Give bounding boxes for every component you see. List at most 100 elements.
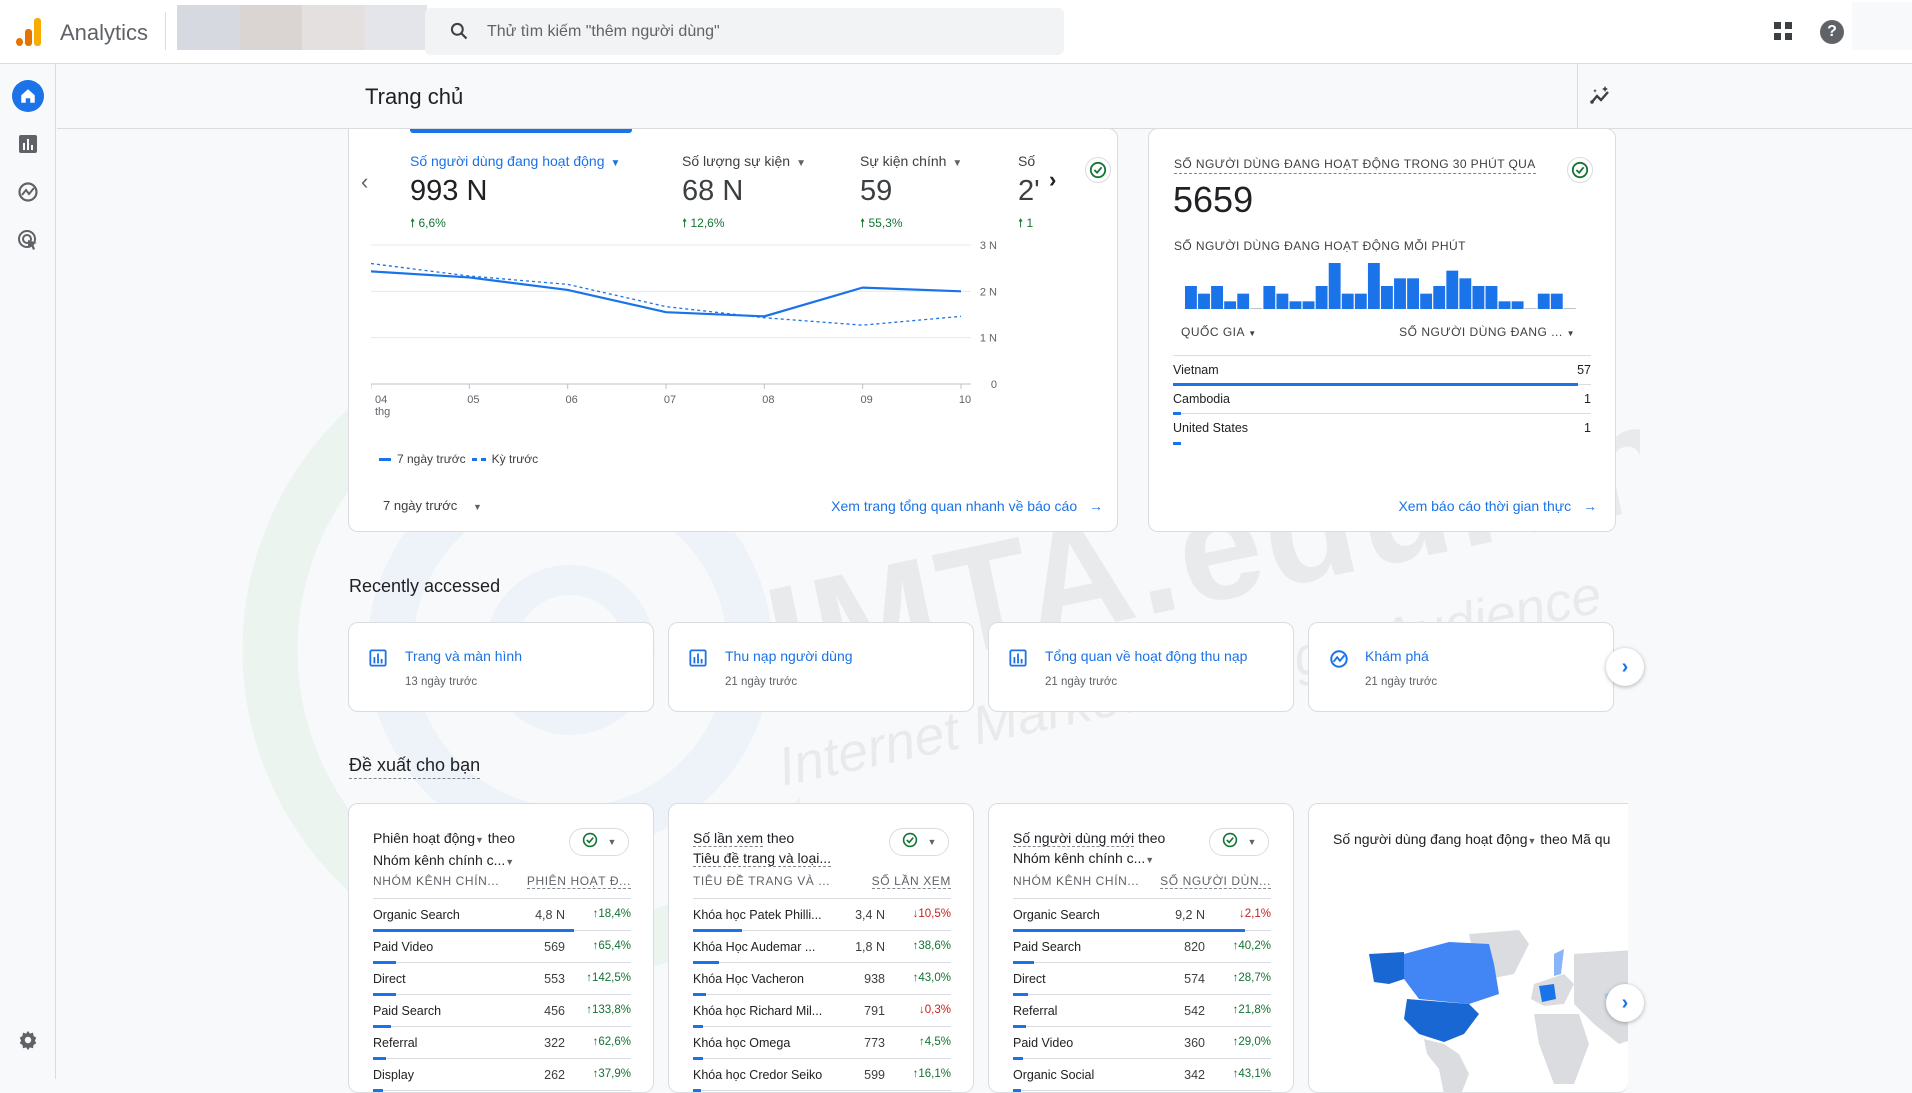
- metric-active-users[interactable]: Số người dùng đang hoạt động▼ 993 N 🠕 6,…: [410, 153, 620, 235]
- account-avatar-area[interactable]: [1852, 2, 1912, 50]
- minute-bar[interactable]: [1512, 301, 1524, 309]
- minute-bar[interactable]: [1211, 286, 1223, 309]
- analytics-logo[interactable]: [14, 18, 42, 46]
- minute-bar[interactable]: [1185, 286, 1197, 309]
- minute-bar[interactable]: [1551, 294, 1563, 309]
- metric-partial[interactable]: Số 2' 🠕 1: [1018, 153, 1048, 235]
- view-realtime-link[interactable]: Xem báo cáo thời gian thực →: [1398, 498, 1597, 514]
- minute-bar[interactable]: [1303, 301, 1315, 309]
- minute-bar[interactable]: [1355, 294, 1367, 309]
- table-row[interactable]: Paid Search456↑133,8%: [373, 995, 631, 1027]
- row-delta: ↑43,0%: [913, 972, 951, 984]
- explore-icon[interactable]: [12, 176, 44, 208]
- dropdown-caret-icon: ▼: [928, 837, 937, 847]
- check-circle-icon[interactable]: [1567, 157, 1593, 183]
- table-row[interactable]: United States 1: [1173, 414, 1591, 443]
- recent-item[interactable]: Thu nạp người dùng21 ngày trước: [668, 622, 974, 712]
- card-options-button[interactable]: ▼: [889, 828, 949, 856]
- settings-icon[interactable]: [12, 1024, 44, 1056]
- chevron-right-icon[interactable]: ›: [1606, 648, 1644, 686]
- map-card[interactable]: Số người dùng đang hoạt động▼ theo Mã qu: [1308, 803, 1628, 1093]
- row-delta: ↑133,8%: [586, 1004, 631, 1016]
- table-row[interactable]: Khóa học Omega773↑4,5%: [693, 1027, 951, 1059]
- minute-bar[interactable]: [1237, 294, 1249, 309]
- table-row[interactable]: Referral322↑62,6%: [373, 1027, 631, 1059]
- column-header-metric[interactable]: SỐ LẦN XEM: [872, 874, 951, 889]
- chevron-left-icon[interactable]: ‹: [361, 169, 368, 195]
- minute-bar[interactable]: [1224, 301, 1236, 309]
- column-header-metric[interactable]: SỐ NGƯỜI DÙN...: [1160, 874, 1271, 889]
- table-row[interactable]: Paid Video569↑65,4%: [373, 931, 631, 963]
- apps-grid-icon[interactable]: [1772, 20, 1796, 44]
- minute-bar[interactable]: [1381, 286, 1393, 309]
- minute-bar[interactable]: [1446, 271, 1458, 309]
- minute-bar[interactable]: [1263, 286, 1275, 309]
- users-column-dropdown[interactable]: SỐ NGƯỜI DÙNG ĐANG ... ▼: [1399, 325, 1575, 339]
- table-row[interactable]: Khóa Học Audemar ...1,8 N↑38,6%: [693, 931, 951, 963]
- search-input[interactable]: [487, 8, 1047, 55]
- metric-event-count[interactable]: Số lượng sự kiện▼ 68 N 🠕 12,6%: [682, 153, 806, 235]
- metric-selector[interactable]: Số lần xem: [693, 830, 763, 847]
- minute-bar[interactable]: [1316, 286, 1328, 309]
- advertising-icon[interactable]: [12, 224, 44, 256]
- map-metric-label[interactable]: Số người dùng đang hoạt động: [1333, 831, 1528, 847]
- table-row[interactable]: Referral542↑21,8%: [1013, 995, 1271, 1027]
- table-row[interactable]: Khóa học Patek Philli...3,4 N↓10,5%: [693, 899, 951, 931]
- minute-bar[interactable]: [1329, 263, 1341, 309]
- minute-bar[interactable]: [1459, 278, 1471, 309]
- minute-bar[interactable]: [1407, 278, 1419, 309]
- minute-bar[interactable]: [1198, 294, 1210, 309]
- table-row[interactable]: Cambodia 1: [1173, 385, 1591, 414]
- minute-bar[interactable]: [1472, 286, 1484, 309]
- recent-item[interactable]: Tổng quan về hoạt động thu nạp21 ngày tr…: [988, 622, 1294, 712]
- map-dimension-label: theo Mã qu: [1536, 831, 1610, 847]
- column-header-metric[interactable]: PHIÊN HOẠT Đ...: [527, 874, 631, 889]
- search-box[interactable]: [425, 8, 1064, 55]
- minute-bar[interactable]: [1368, 263, 1380, 309]
- country-column-dropdown[interactable]: QUỐC GIA ▼: [1181, 325, 1257, 339]
- table-row[interactable]: Organic Search4,8 N↑18,4%: [373, 899, 631, 931]
- recent-item[interactable]: Trang và màn hình13 ngày trước: [348, 622, 654, 712]
- suggestions-heading[interactable]: Đề xuất cho bạn: [349, 755, 480, 779]
- account-selector[interactable]: [177, 5, 427, 50]
- minute-bar[interactable]: [1342, 294, 1354, 309]
- minute-bar[interactable]: [1276, 294, 1288, 309]
- realtime-title[interactable]: SỐ NGƯỜI DÙNG ĐANG HOẠT ĐỘNG TRONG 30 PH…: [1174, 157, 1536, 174]
- table-row[interactable]: Paid Video360↑29,0%: [1013, 1027, 1271, 1059]
- card-options-button[interactable]: ▼: [569, 828, 629, 856]
- table-row[interactable]: Khóa học Credor Seiko599↑16,1%: [693, 1059, 951, 1091]
- recent-item[interactable]: Khám phá21 ngày trước: [1308, 622, 1614, 712]
- help-icon[interactable]: ?: [1820, 20, 1844, 44]
- metric-selector[interactable]: Số người dùng mới: [1013, 830, 1134, 847]
- table-row[interactable]: Display262↑37,9%: [373, 1059, 631, 1091]
- metric-selector[interactable]: Phiên hoạt động: [373, 830, 475, 846]
- dimension-selector[interactable]: Nhóm kênh chính c...: [373, 852, 505, 868]
- table-row[interactable]: Direct574↑28,7%: [1013, 963, 1271, 995]
- minute-bar[interactable]: [1538, 294, 1550, 309]
- minute-bar[interactable]: [1290, 301, 1302, 309]
- table-row[interactable]: Vietnam 57: [1173, 356, 1591, 385]
- chevron-right-icon[interactable]: ›: [1606, 984, 1644, 1022]
- minute-bar[interactable]: [1433, 286, 1445, 309]
- table-row[interactable]: Paid Search820↑40,2%: [1013, 931, 1271, 963]
- dimension-selector[interactable]: Nhóm kênh chính c...: [1013, 850, 1145, 866]
- insights-sparkle-icon[interactable]: [1589, 84, 1615, 110]
- table-row[interactable]: Khóa học Richard Mil...791↓0,3%: [693, 995, 951, 1027]
- card-options-button[interactable]: ▼: [1209, 828, 1269, 856]
- date-range-dropdown[interactable]: 7 ngày trước ▼: [383, 498, 482, 513]
- table-row[interactable]: Khóa Học Vacheron938↑43,0%: [693, 963, 951, 995]
- view-overview-link[interactable]: Xem trang tổng quan nhanh về báo cáo →: [831, 498, 1103, 514]
- reports-icon[interactable]: [12, 128, 44, 160]
- chevron-right-icon[interactable]: ›: [1049, 167, 1056, 193]
- table-row[interactable]: Organic Search9,2 N↓2,1%: [1013, 899, 1271, 931]
- minute-bar[interactable]: [1486, 286, 1498, 309]
- minute-bar[interactable]: [1394, 278, 1406, 309]
- dimension-selector[interactable]: Tiêu đề trang và loại...: [693, 850, 831, 867]
- minute-bar[interactable]: [1499, 301, 1511, 309]
- home-icon[interactable]: [12, 80, 44, 112]
- table-row[interactable]: Direct553↑142,5%: [373, 963, 631, 995]
- check-circle-icon[interactable]: [1085, 157, 1111, 183]
- metric-key-events[interactable]: Sự kiện chính▼ 59 🠕 55,3%: [860, 153, 962, 235]
- minute-bar[interactable]: [1420, 294, 1432, 309]
- table-row[interactable]: Organic Social342↑43,1%: [1013, 1059, 1271, 1091]
